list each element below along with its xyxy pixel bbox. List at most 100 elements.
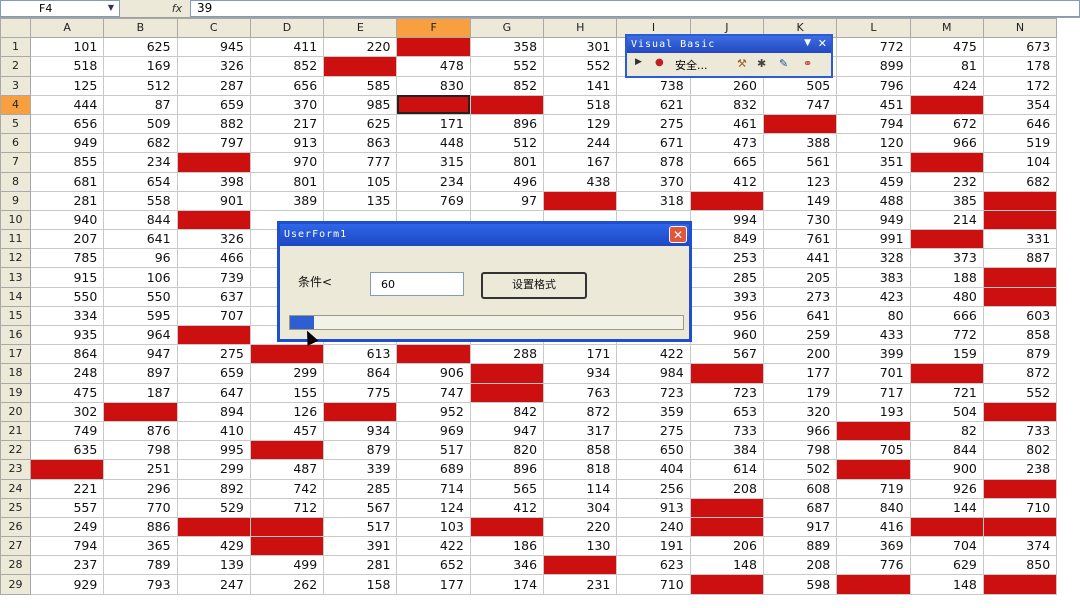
- row-header[interactable]: 3: [0, 75, 31, 96]
- cell[interactable]: 135: [323, 190, 398, 211]
- cell[interactable]: 448: [396, 133, 471, 154]
- cell[interactable]: 518: [29, 56, 105, 77]
- cell[interactable]: 887: [982, 248, 1058, 269]
- cell[interactable]: 124: [396, 497, 471, 518]
- row-header[interactable]: 13: [0, 267, 31, 288]
- cell[interactable]: 894: [176, 401, 251, 422]
- cell[interactable]: 220: [543, 516, 618, 538]
- cell[interactable]: 273: [762, 286, 838, 307]
- cell[interactable]: 187: [103, 382, 178, 403]
- cell[interactable]: 621: [616, 94, 691, 115]
- row-header[interactable]: 4: [0, 94, 31, 115]
- cell[interactable]: [909, 94, 984, 115]
- cell[interactable]: 529: [176, 497, 251, 518]
- cell[interactable]: 567: [689, 344, 764, 365]
- cell[interactable]: 393: [689, 286, 764, 307]
- cell[interactable]: 763: [543, 382, 618, 403]
- cell[interactable]: 656: [249, 75, 325, 96]
- cell[interactable]: 730: [762, 209, 838, 231]
- cell[interactable]: [982, 209, 1058, 231]
- cell[interactable]: 960: [689, 324, 764, 346]
- cell[interactable]: 388: [762, 133, 838, 154]
- cell[interactable]: 114: [543, 478, 618, 499]
- cell[interactable]: 354: [982, 94, 1058, 115]
- row-header[interactable]: 14: [0, 286, 31, 307]
- cell[interactable]: 681: [29, 171, 105, 192]
- cell[interactable]: 785: [29, 248, 105, 269]
- cell[interactable]: 496: [469, 171, 545, 192]
- cell[interactable]: 934: [543, 363, 618, 384]
- cell[interactable]: 585: [323, 75, 398, 96]
- cell[interactable]: 373: [909, 248, 984, 269]
- cell[interactable]: 473: [689, 133, 764, 154]
- row-header[interactable]: 23: [0, 459, 31, 480]
- cell[interactable]: 749: [29, 420, 105, 442]
- cell[interactable]: 855: [29, 152, 105, 173]
- cell[interactable]: 899: [836, 56, 911, 77]
- cell[interactable]: 334: [29, 305, 105, 327]
- cell[interactable]: 567: [323, 497, 398, 518]
- cell[interactable]: 858: [982, 324, 1058, 346]
- cell[interactable]: 673: [982, 37, 1058, 58]
- cell[interactable]: 512: [469, 133, 545, 154]
- cell[interactable]: 852: [469, 75, 545, 96]
- cell[interactable]: 244: [543, 133, 618, 154]
- cell[interactable]: 504: [909, 401, 984, 422]
- cell[interactable]: 433: [836, 324, 911, 346]
- cell[interactable]: 672: [909, 113, 984, 135]
- cell[interactable]: 742: [249, 478, 325, 499]
- cell[interactable]: 369: [836, 536, 911, 557]
- cell[interactable]: 424: [909, 75, 984, 96]
- cell[interactable]: 719: [836, 478, 911, 499]
- cell[interactable]: 641: [762, 305, 838, 327]
- cell[interactable]: 623: [616, 555, 691, 576]
- cell[interactable]: 438: [543, 171, 618, 192]
- cell[interactable]: 191: [616, 536, 691, 557]
- cell[interactable]: 913: [616, 497, 691, 518]
- cell[interactable]: 262: [249, 574, 325, 595]
- cell[interactable]: 991: [836, 229, 911, 250]
- cell[interactable]: 659: [176, 94, 251, 115]
- cell[interactable]: 411: [249, 37, 325, 58]
- cell[interactable]: 331: [982, 229, 1058, 250]
- cell[interactable]: [249, 344, 325, 365]
- cell[interactable]: 129: [543, 113, 618, 135]
- cell[interactable]: 701: [836, 363, 911, 384]
- cell[interactable]: 603: [982, 305, 1058, 327]
- control-toolbox-icon[interactable]: ✱: [757, 57, 766, 70]
- cell[interactable]: 103: [396, 516, 471, 538]
- cell[interactable]: 769: [396, 190, 471, 211]
- row-header[interactable]: 1: [0, 37, 31, 58]
- cell[interactable]: 87: [103, 94, 178, 115]
- cell[interactable]: 281: [323, 555, 398, 576]
- cell[interactable]: 326: [176, 56, 251, 77]
- cell[interactable]: 220: [323, 37, 398, 58]
- cell[interactable]: 299: [176, 459, 251, 480]
- cell[interactable]: [982, 190, 1058, 211]
- cell[interactable]: 389: [249, 190, 325, 211]
- cell[interactable]: 412: [689, 171, 764, 192]
- cell[interactable]: 177: [396, 574, 471, 595]
- cell[interactable]: 106: [103, 267, 178, 288]
- cell[interactable]: 234: [103, 152, 178, 173]
- cell[interactable]: 717: [836, 382, 911, 403]
- cell[interactable]: [689, 574, 764, 595]
- cell[interactable]: 723: [616, 382, 691, 403]
- column-header-h[interactable]: H: [543, 17, 618, 39]
- cell[interactable]: 499: [249, 555, 325, 576]
- cell[interactable]: 650: [616, 440, 691, 461]
- cell[interactable]: 285: [323, 478, 398, 499]
- cell[interactable]: 259: [762, 324, 838, 346]
- cell[interactable]: 518: [543, 94, 618, 115]
- cell[interactable]: 410: [176, 420, 251, 442]
- cell[interactable]: 864: [323, 363, 398, 384]
- cell[interactable]: 864: [29, 344, 105, 365]
- row-header[interactable]: 2: [0, 56, 31, 77]
- cell[interactable]: 167: [543, 152, 618, 173]
- cell[interactable]: 818: [543, 459, 618, 480]
- formula-input[interactable]: 39: [190, 0, 1080, 17]
- column-header-n[interactable]: N: [982, 17, 1058, 39]
- cell[interactable]: 625: [103, 37, 178, 58]
- cell[interactable]: 466: [176, 248, 251, 269]
- cell[interactable]: 509: [103, 113, 178, 135]
